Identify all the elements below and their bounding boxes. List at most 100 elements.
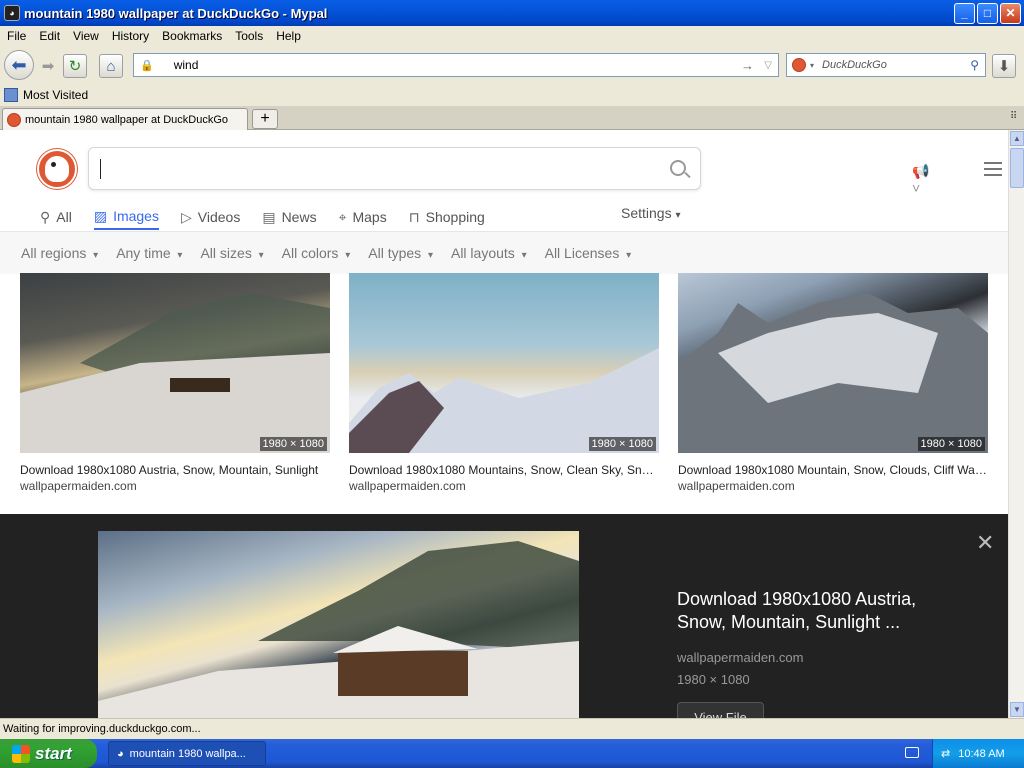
menu-bar: File Edit View History Bookmarks Tools H… (0, 26, 1024, 46)
result-source[interactable]: wallpapermaiden.com (20, 479, 330, 493)
status-text: Waiting for improving.duckduckgo.com... (3, 723, 201, 735)
home-icon: ⌂ (106, 57, 116, 75)
resolution-badge: 1980 × 1080 (588, 437, 656, 451)
image-detail-panel: Download 1980x1080 Austria, Snow, Mounta… (0, 514, 1008, 718)
view-file-button[interactable]: View File (677, 702, 764, 718)
tab-all[interactable]: ⚲ All (40, 204, 72, 230)
menu-tools[interactable]: Tools (228, 29, 269, 43)
mountain-snow-image (98, 541, 579, 718)
tab-videos[interactable]: ▷ Videos (181, 204, 240, 230)
close-window-button[interactable]: ✕ (1000, 2, 1021, 24)
duckduckgo-engine-icon[interactable] (792, 58, 806, 72)
tab-images[interactable]: ▨ Images (93, 204, 159, 230)
result-source[interactable]: wallpapermaiden.com (349, 479, 659, 493)
menu-edit[interactable]: Edit (32, 29, 66, 43)
hamburger-menu-icon[interactable] (984, 162, 1002, 176)
maximize-button[interactable]: □ (977, 2, 998, 24)
result-thumbnail[interactable]: 1980 × 1080 (20, 273, 330, 453)
dropdown-arrow-icon[interactable]: ▽ (764, 60, 772, 71)
navigation-toolbar: ⬅ ➡ ↻ ⌂ 🔒 wind → ▽ ▾ DuckDuckGo ⚲ ⬇ (0, 46, 1024, 84)
image-result-tile[interactable]: 1980 × 1080 Download 1980x1080 Mountain,… (678, 273, 988, 493)
url-bar[interactable]: 🔒 wind → ▽ (133, 53, 779, 77)
ddg-search-input[interactable] (88, 147, 701, 190)
most-visited-bookmark[interactable]: Most Visited (23, 88, 88, 102)
filter-type[interactable]: All types (368, 245, 433, 261)
chevron-down-icon: ▾ (675, 210, 681, 221)
tab-shopping[interactable]: ⊓ Shopping (409, 204, 485, 230)
window-title: mountain 1980 wallpaper at DuckDuckGo - … (24, 5, 328, 21)
filter-region[interactable]: All regions (21, 245, 98, 261)
image-result-tile[interactable]: 1980 × 1080 Download 1980x1080 Mountains… (349, 273, 659, 493)
menu-help[interactable]: Help (269, 29, 307, 43)
image-result-tile[interactable]: 1980 × 1080 Download 1980x1080 Austria, … (20, 273, 330, 493)
filter-bar: All regions Any time All sizes All color… (0, 232, 1008, 274)
search-icon[interactable]: ⚲ (970, 58, 979, 72)
tab-strip: mountain 1980 wallpaper at DuckDuckGo + … (0, 106, 1024, 130)
search-placeholder: DuckDuckGo (822, 59, 887, 71)
tab-images-label: Images (113, 208, 159, 224)
menu-view[interactable]: View (66, 29, 105, 43)
tab-news[interactable]: ▤ News (262, 204, 316, 230)
result-thumbnail[interactable]: 1980 × 1080 (349, 273, 659, 453)
tab-all-label: All (56, 209, 72, 225)
scroll-thumb[interactable] (1010, 148, 1024, 188)
result-thumbnail[interactable]: 1980 × 1080 (678, 273, 988, 453)
search-icon: ⚲ (40, 208, 51, 225)
megaphone-icon[interactable]: 📢 ˅ (912, 163, 938, 196)
mypal-icon: ◕ (117, 747, 124, 760)
clock[interactable]: 10:48 AM (958, 748, 1004, 760)
taskbar-window-button[interactable]: ◕ mountain 1980 wallpa... (108, 741, 266, 766)
duckduckgo-logo[interactable] (37, 149, 77, 189)
bag-icon: ⊓ (408, 208, 420, 225)
search-bar[interactable]: ▾ DuckDuckGo ⚲ (786, 53, 986, 77)
new-tab-button[interactable]: + (252, 109, 278, 129)
go-arrow-icon[interactable]: → (741, 58, 754, 73)
result-caption[interactable]: Download 1980x1080 Mountain, Snow, Cloud… (678, 463, 988, 477)
window-title-bar[interactable]: ◕ mountain 1980 wallpaper at DuckDuckGo … (0, 0, 1024, 26)
settings-dropdown[interactable]: Settings ▾ (621, 205, 681, 221)
forward-button[interactable]: ➡ (36, 54, 60, 78)
downloads-button[interactable]: ⬇ (992, 54, 1016, 78)
detail-source[interactable]: wallpapermaiden.com (677, 650, 803, 665)
menu-bookmarks[interactable]: Bookmarks (155, 29, 228, 43)
tab-maps[interactable]: ⌖ Maps (339, 204, 387, 230)
bookmarks-toolbar: Most Visited (0, 84, 1024, 106)
magnifier-icon[interactable] (670, 160, 686, 176)
vertical-scrollbar[interactable]: ▲ ▼ (1008, 130, 1024, 718)
scroll-up-icon[interactable]: ▲ (1010, 131, 1024, 146)
filter-color[interactable]: All colors (282, 245, 351, 261)
menu-history[interactable]: History (105, 29, 155, 43)
result-source[interactable]: wallpapermaiden.com (678, 479, 988, 493)
keyboard-icon[interactable] (905, 747, 919, 758)
start-button[interactable]: start (0, 739, 97, 768)
windows-flag-icon (12, 744, 30, 763)
filter-time[interactable]: Any time (116, 245, 182, 261)
tab-list-icon[interactable]: ⠿ (1010, 111, 1017, 122)
mountain-snow-image (20, 293, 330, 453)
filter-size[interactable]: All sizes (200, 245, 263, 261)
taskbar: start ◕ mountain 1980 wallpa... ⇄ 10:48 … (0, 739, 1024, 768)
scroll-down-icon[interactable]: ▼ (1010, 702, 1024, 717)
filter-license[interactable]: All Licenses (545, 245, 632, 261)
network-icon[interactable]: ⇄ (941, 747, 950, 760)
resolution-badge: 1980 × 1080 (917, 437, 985, 451)
close-icon[interactable]: ✕ (976, 532, 994, 554)
news-icon: ▤ (262, 208, 276, 225)
status-bar: Waiting for improving.duckduckgo.com... (0, 718, 1024, 739)
filter-layout[interactable]: All layouts (451, 245, 527, 261)
browser-tab[interactable]: mountain 1980 wallpaper at DuckDuckGo (2, 108, 248, 130)
pin-icon: ⌖ (338, 208, 347, 225)
result-caption[interactable]: Download 1980x1080 Mountains, Snow, Clea… (349, 463, 659, 477)
minimize-button[interactable]: _ (954, 2, 975, 24)
reload-button[interactable]: ↻ (63, 54, 87, 78)
chevron-down-icon[interactable]: ▾ (810, 61, 814, 70)
back-button[interactable]: ⬅ (4, 50, 34, 80)
arrow-right-icon: ➡ (41, 58, 55, 75)
url-text[interactable]: wind (174, 58, 199, 72)
result-caption[interactable]: Download 1980x1080 Austria, Snow, Mounta… (20, 463, 330, 477)
menu-file[interactable]: File (0, 29, 32, 43)
home-button[interactable]: ⌂ (99, 54, 123, 78)
system-tray: ⇄ 10:48 AM (932, 739, 1024, 768)
detail-image[interactable] (98, 531, 579, 718)
plus-icon: + (260, 110, 270, 127)
